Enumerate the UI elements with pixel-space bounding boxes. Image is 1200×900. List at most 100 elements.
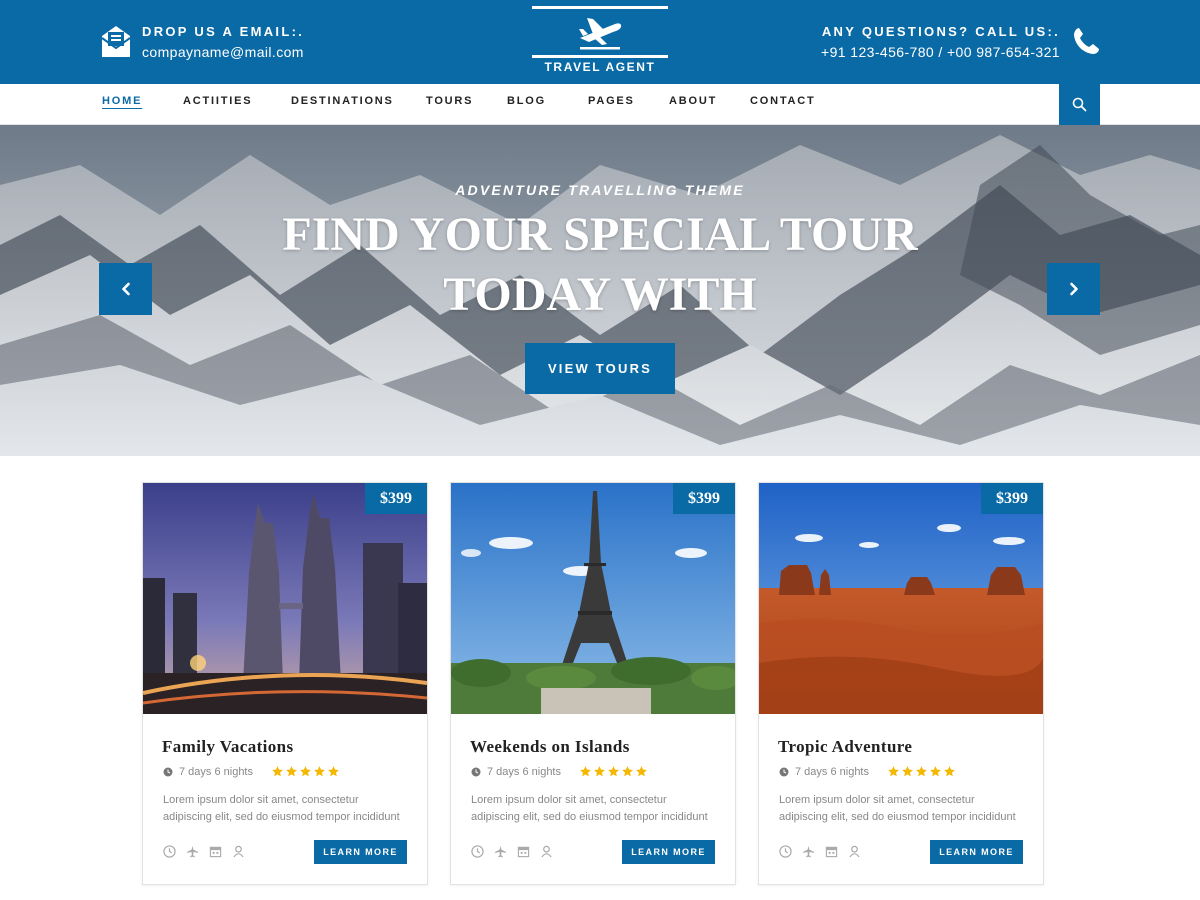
star-icon	[314, 766, 325, 777]
logo-top-bar	[532, 6, 668, 9]
nav-home[interactable]: HOME	[102, 95, 142, 107]
learn-more-button[interactable]: LEARN MORE	[314, 840, 407, 864]
clock-icon	[163, 767, 173, 776]
calendar-icon[interactable]	[825, 845, 838, 858]
tour-description-line2: adipiscing elit, sed do eiusmod tempor i…	[471, 811, 708, 823]
user-icon[interactable]	[848, 845, 861, 858]
tour-description: Lorem ipsum dolor sit amet, consectetur …	[779, 792, 1029, 826]
tour-duration: 7 days 6 nights	[795, 765, 869, 778]
logo-bottom-bar	[532, 55, 668, 58]
tour-description-line1: Lorem ipsum dolor sit amet, consectetur	[779, 794, 975, 806]
clock-icon[interactable]	[471, 845, 484, 858]
tour-feature-icons	[163, 845, 255, 858]
nav-tours[interactable]: TOURS	[426, 95, 473, 107]
star-icon	[888, 766, 899, 777]
rating-stars	[579, 765, 649, 778]
star-icon	[594, 766, 605, 777]
slider-next-button[interactable]	[1047, 263, 1100, 315]
hero-title-line2: TODAY WITH	[443, 268, 757, 321]
tour-image-eiffel[interactable]	[451, 483, 735, 714]
tour-meta: 7 days 6 nights	[163, 765, 341, 778]
tour-duration: 7 days 6 nights	[487, 765, 561, 778]
tour-title[interactable]: Weekends on Islands	[470, 737, 630, 757]
email-contact: DROP US A EMAIL:. compayname@mail.com	[100, 20, 304, 60]
logo-text: TRAVEL AGENT	[544, 60, 656, 74]
tour-title[interactable]: Tropic Adventure	[778, 737, 912, 757]
view-tours-button[interactable]: VIEW TOURS	[525, 343, 675, 394]
email-envelope-icon	[101, 26, 131, 57]
search-button[interactable]	[1059, 84, 1100, 125]
tour-duration: 7 days 6 nights	[179, 765, 253, 778]
clock-icon	[471, 767, 481, 776]
nav-blog[interactable]: BLOG	[507, 95, 546, 107]
star-icon	[902, 766, 913, 777]
clock-icon[interactable]	[163, 845, 176, 858]
price-badge[interactable]: $399	[673, 483, 735, 514]
calendar-icon[interactable]	[209, 845, 222, 858]
tour-card: $399 Weekends on Islands 7 days 6 nights…	[450, 482, 736, 885]
hero-title: FIND YOUR SPECIAL TOUR TODAY WITH	[250, 205, 950, 325]
user-icon[interactable]	[232, 845, 245, 858]
rating-stars	[887, 765, 957, 778]
star-icon	[580, 766, 591, 777]
star-icon	[272, 766, 283, 777]
phone-contact: ANY QUESTIONS? CALL US:. +91 123-456-780…	[821, 20, 1100, 60]
chevron-right-icon	[1069, 282, 1078, 296]
hero-slider: ADVENTURE TRAVELLING THEME FIND YOUR SPE…	[0, 125, 1200, 456]
star-icon	[300, 766, 311, 777]
hero-title-line1: FIND YOUR SPECIAL TOUR	[282, 208, 918, 261]
star-icon	[916, 766, 927, 777]
tour-meta: 7 days 6 nights	[779, 765, 957, 778]
nav-contact[interactable]: CONTACT	[750, 95, 816, 107]
learn-more-button[interactable]: LEARN MORE	[622, 840, 715, 864]
phone-title: ANY QUESTIONS? CALL US:.	[821, 24, 1060, 39]
nav-home-label: HOME	[102, 95, 143, 107]
star-icon	[286, 766, 297, 777]
calendar-icon[interactable]	[517, 845, 530, 858]
airplane-icon[interactable]	[802, 845, 815, 858]
star-icon	[636, 766, 647, 777]
nav-destinations[interactable]: DESTINATIONS	[291, 95, 394, 107]
tour-description: Lorem ipsum dolor sit amet, consectetur …	[471, 792, 721, 826]
learn-more-button[interactable]: LEARN MORE	[930, 840, 1023, 864]
search-icon	[1072, 97, 1087, 112]
chevron-left-icon	[121, 282, 130, 296]
hero-subtitle: ADVENTURE TRAVELLING THEME	[455, 182, 745, 198]
tour-meta: 7 days 6 nights	[471, 765, 649, 778]
tour-description-line2: adipiscing elit, sed do eiusmod tempor i…	[779, 811, 1016, 823]
tour-card: $399 Family Vacations 7 days 6 nights Lo…	[142, 482, 428, 885]
tour-description-line1: Lorem ipsum dolor sit amet, consectetur	[163, 794, 359, 806]
tour-description-line2: adipiscing elit, sed do eiusmod tempor i…	[163, 811, 400, 823]
star-icon	[930, 766, 941, 777]
nav-pages[interactable]: PAGES	[588, 95, 635, 107]
slider-prev-button[interactable]	[99, 263, 152, 315]
tour-description: Lorem ipsum dolor sit amet, consectetur …	[163, 792, 413, 826]
nav-activities[interactable]: ACTIITIES	[183, 95, 252, 107]
tour-card: $399 Tropic Adventure 7 days 6 nights Lo…	[758, 482, 1044, 885]
user-icon[interactable]	[540, 845, 553, 858]
tour-image-city[interactable]	[143, 483, 427, 714]
tour-image-desert[interactable]	[759, 483, 1043, 714]
tour-feature-icons	[779, 845, 871, 858]
tour-title[interactable]: Family Vacations	[162, 737, 294, 757]
clock-icon[interactable]	[779, 845, 792, 858]
airplane-icon[interactable]	[494, 845, 507, 858]
star-icon	[608, 766, 619, 777]
phone-icon	[1074, 28, 1099, 54]
rating-stars	[271, 765, 341, 778]
tour-feature-icons	[471, 845, 563, 858]
star-icon	[944, 766, 955, 777]
clock-icon	[779, 767, 789, 776]
airplane-icon	[579, 18, 622, 50]
price-badge[interactable]: $399	[981, 483, 1043, 514]
site-logo[interactable]: TRAVEL AGENT	[532, 6, 668, 74]
email-address[interactable]: compayname@mail.com	[142, 44, 304, 60]
email-title: DROP US A EMAIL:.	[142, 24, 305, 39]
tour-description-line1: Lorem ipsum dolor sit amet, consectetur	[471, 794, 667, 806]
airplane-icon[interactable]	[186, 845, 199, 858]
star-icon	[622, 766, 633, 777]
nav-about[interactable]: ABOUT	[669, 95, 717, 107]
phone-numbers[interactable]: +91 123-456-780 / +00 987-654-321	[821, 44, 1060, 60]
price-badge[interactable]: $399	[365, 483, 427, 514]
top-bar: DROP US A EMAIL:. compayname@mail.com TR…	[0, 0, 1200, 84]
